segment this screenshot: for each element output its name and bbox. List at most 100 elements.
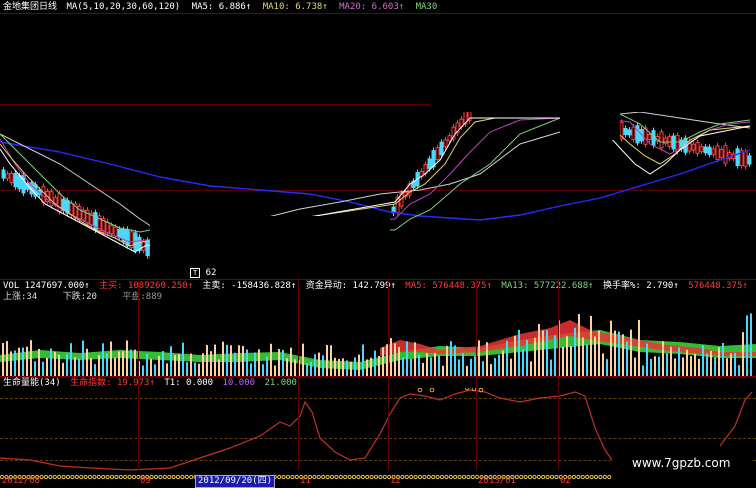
- volume-bar: [142, 365, 144, 376]
- date-label-4: 12: [390, 476, 401, 486]
- date-label-1: 2012/08: [2, 476, 40, 486]
- volume-bar: [214, 344, 216, 376]
- volume-bar: [30, 340, 32, 376]
- volume-bar: [42, 361, 44, 376]
- volume-bar: [254, 352, 256, 376]
- volume-bar: [478, 340, 480, 376]
- volume-bar: [522, 349, 524, 376]
- volume-bar: [518, 329, 520, 376]
- volume-bar: [618, 331, 620, 376]
- date-axis: 2012/08 09 2012/09/20(四) 11 12 2013/01 0…: [0, 475, 756, 488]
- volume-bar: [374, 350, 376, 376]
- volume-bar: [482, 361, 484, 376]
- volume-bar: [182, 342, 184, 376]
- volume-bar: [530, 361, 532, 376]
- volume-bar: [674, 358, 676, 376]
- volume-bar: [534, 337, 536, 376]
- period-line-4: [476, 280, 477, 470]
- candle-body: [1, 169, 6, 179]
- candle-body: [17, 175, 22, 190]
- volume-bar: [398, 346, 400, 376]
- volume-bar: [302, 343, 304, 376]
- volume-bar: [358, 354, 360, 376]
- volume-bar: [682, 357, 684, 376]
- stock-title[interactable]: 金地集团日线: [3, 2, 57, 12]
- price-marker-icon: T: [190, 268, 201, 278]
- volume-bar: [678, 347, 680, 376]
- volume-bar: [86, 348, 88, 376]
- volume-bar: [286, 358, 288, 376]
- volume-bar: [246, 349, 248, 376]
- candle-body: [699, 146, 704, 152]
- volume-bar: [434, 352, 436, 376]
- volume-bar: [430, 357, 432, 376]
- volume-bar: [722, 342, 724, 376]
- volume-bar: [390, 338, 392, 376]
- volume-bar: [198, 363, 200, 376]
- volume-bar: [282, 349, 284, 376]
- volume-bar: [46, 357, 48, 376]
- candle-body: [715, 145, 720, 160]
- volume-bar: [350, 361, 352, 376]
- volume-bar: [554, 335, 556, 376]
- volume-bar: [714, 357, 716, 376]
- volume-bar: [122, 351, 124, 376]
- volume-bar: [314, 354, 316, 376]
- volume-bar: [130, 349, 132, 376]
- volume-bar: [498, 354, 500, 376]
- volume-bar: [542, 330, 544, 376]
- volume-chart[interactable]: [0, 300, 756, 376]
- huanshou-value: 换手率%: 2.790↑: [602, 281, 679, 291]
- volume-bar: [6, 341, 8, 376]
- candle-body: [427, 158, 432, 170]
- volume-bar: [58, 354, 60, 376]
- volume-bar: [242, 345, 244, 376]
- volume-bar: [514, 335, 516, 376]
- volume-bar: [294, 359, 296, 376]
- level21-value: 21.000: [264, 378, 297, 388]
- volume-bar: [222, 341, 224, 376]
- volume-bar: [106, 353, 108, 376]
- volume-bar: [746, 315, 748, 376]
- volume-bar: [114, 357, 116, 376]
- blank-region-top: [160, 16, 430, 104]
- candle-body: [623, 127, 628, 136]
- volume-bar: [622, 334, 624, 376]
- zhumai-value: 主买: 1089260.250↑: [99, 281, 193, 291]
- candle-body: [447, 135, 452, 142]
- volume-bar: [726, 358, 728, 376]
- volume-bar: [74, 357, 76, 376]
- volume-bar: [70, 343, 72, 376]
- volume-bar: [418, 355, 420, 376]
- volume-bar: [166, 363, 168, 376]
- watermark: www.7gpzb.com: [632, 456, 731, 470]
- period-line-5: [558, 280, 559, 470]
- volume-bar: [162, 351, 164, 376]
- volume-bar: [614, 330, 616, 376]
- volume-bar: [598, 330, 600, 376]
- volume-bar: [266, 356, 268, 376]
- candle-body: [627, 129, 632, 136]
- volume-bar: [50, 348, 52, 376]
- volume-bars: [2, 313, 752, 376]
- date-label-5: 2013/01: [478, 476, 516, 486]
- volume-bar: [150, 358, 152, 376]
- vol-ma13-value: MA13: 577222.688↑: [501, 281, 594, 291]
- volume-bar: [590, 315, 592, 376]
- chart-header: 金地集团日线 MA(5,10,20,30,60,120) MA5: 6.886↑…: [3, 2, 437, 13]
- candle-body: [9, 173, 14, 184]
- candle-body: [113, 226, 118, 237]
- candle-body: [439, 141, 444, 156]
- candle-body: [117, 228, 122, 239]
- date-selected[interactable]: 2012/09/20(四): [195, 475, 276, 488]
- volume-bar: [422, 362, 424, 376]
- life-index-value: 生命指数: 19.973↑: [70, 378, 155, 388]
- volume-bar: [262, 364, 264, 376]
- candle-body: [635, 125, 640, 144]
- candle-body: [747, 155, 752, 165]
- candle-body: [719, 148, 724, 159]
- volume-bar: [550, 359, 552, 376]
- ma10-value: MA10: 6.738↑: [262, 2, 328, 12]
- volume-bar: [378, 356, 380, 376]
- volume-bar: [646, 343, 648, 376]
